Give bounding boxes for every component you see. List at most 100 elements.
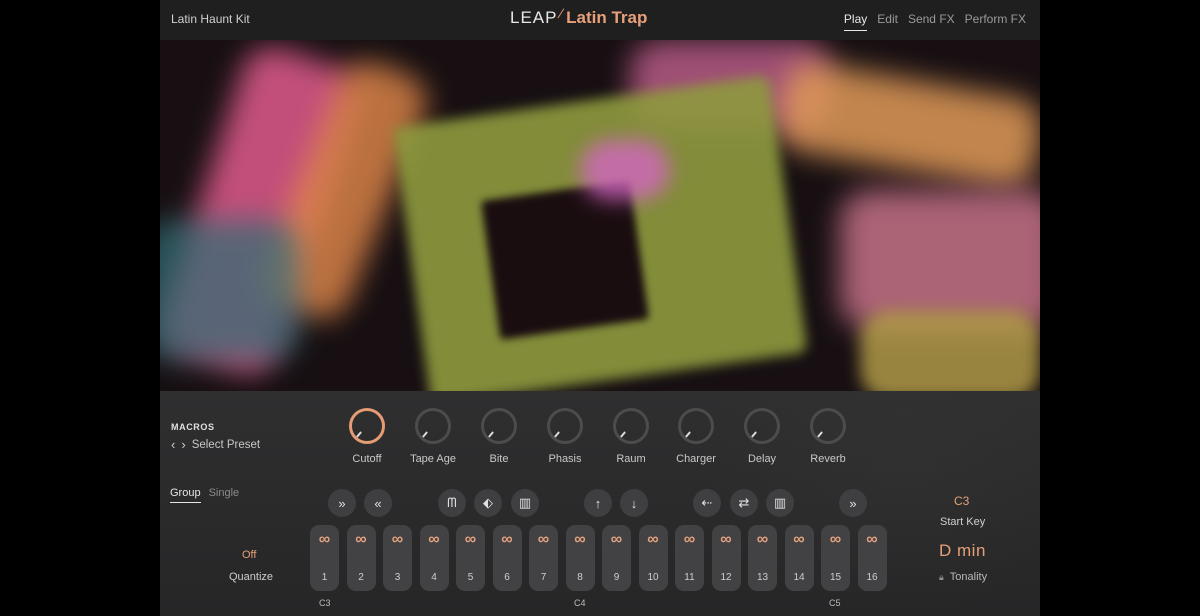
swap-icon[interactable]: ⇄ bbox=[730, 489, 758, 517]
loop-icon: ∞ bbox=[428, 531, 440, 548]
macro-knob-cutoff[interactable]: Cutoff bbox=[337, 408, 397, 465]
main-nav: Play Edit Send FX Perform FX bbox=[843, 12, 1026, 31]
pad-7[interactable]: ∞ 7 bbox=[529, 525, 558, 591]
pad-9[interactable]: ∞ 9 bbox=[602, 525, 631, 591]
tab-perform-fx[interactable]: Perform FX bbox=[965, 12, 1026, 31]
arrow-up-icon[interactable]: ↑ bbox=[584, 489, 612, 517]
pad-number: 7 bbox=[540, 572, 547, 583]
knob-dial[interactable] bbox=[613, 408, 649, 444]
bottom-control-panel: MACROS ‹ › Select Preset Cutoff Tape Age… bbox=[160, 391, 1040, 616]
tab-play[interactable]: Play bbox=[843, 12, 868, 31]
pad-1[interactable]: ∞ 1 bbox=[310, 525, 339, 591]
knob-dial[interactable] bbox=[349, 408, 385, 444]
pad-number: 6 bbox=[504, 572, 510, 583]
tab-edit[interactable]: Edit bbox=[877, 12, 898, 31]
pad-11[interactable]: ∞ 11 bbox=[675, 525, 704, 591]
macro-knob-bite[interactable]: Bite bbox=[469, 408, 529, 465]
knob-label: Cutoff bbox=[352, 453, 382, 465]
tab-single[interactable]: Single bbox=[209, 487, 240, 503]
pattern-icon[interactable]: ⬖ bbox=[474, 489, 502, 517]
pad-12[interactable]: ∞ 12 bbox=[711, 525, 741, 591]
arrow-down-icon[interactable]: ↓ bbox=[620, 489, 648, 517]
start-key-label: Start Key bbox=[940, 516, 986, 528]
knob-dial[interactable] bbox=[810, 408, 846, 444]
knob-label: Raum bbox=[616, 453, 646, 465]
leap-plugin-window: Latin Haunt Kit LEAP / Latin Trap Play E… bbox=[160, 0, 1040, 616]
quantize-value[interactable]: Off bbox=[242, 549, 256, 561]
pad-number: 15 bbox=[829, 572, 842, 583]
macro-knob-phasis[interactable]: Phasis bbox=[535, 408, 595, 465]
pad-number: 14 bbox=[793, 572, 805, 583]
fast-forward-icon[interactable]: » bbox=[328, 489, 356, 517]
knob-dial[interactable] bbox=[547, 408, 583, 444]
tab-group[interactable]: Group bbox=[170, 487, 201, 503]
pad-3[interactable]: ∞ 3 bbox=[383, 525, 412, 591]
pad-14[interactable]: ∞ 14 bbox=[784, 525, 814, 591]
loop-icon: ∞ bbox=[756, 531, 769, 548]
loop-icon: ∞ bbox=[464, 531, 477, 548]
fast-forward-icon[interactable]: » bbox=[839, 489, 867, 517]
pad-5[interactable]: ∞ 5 bbox=[456, 525, 485, 591]
tonality-row: 🔒︎ Tonality bbox=[939, 571, 987, 583]
pad-number: 8 bbox=[577, 572, 583, 583]
pad-13[interactable]: ∞ 13 bbox=[748, 525, 777, 591]
knob-label: Charger bbox=[676, 453, 716, 465]
pad-2[interactable]: ∞ 2 bbox=[346, 525, 376, 591]
knob-label: Delay bbox=[747, 453, 777, 465]
macro-knob-raum[interactable]: Raum bbox=[601, 408, 661, 465]
loop-icon: ∞ bbox=[683, 531, 696, 548]
logo-accent-mark: / bbox=[556, 6, 566, 21]
loop-icon: ∞ bbox=[829, 531, 842, 548]
loop-icon: ∞ bbox=[647, 531, 659, 548]
dots-arrow-icon[interactable]: ⇠ bbox=[693, 489, 721, 517]
pad-10[interactable]: ∞ 10 bbox=[638, 525, 668, 591]
chevron-left-icon[interactable]: ‹ bbox=[171, 437, 175, 452]
pad-number: 16 bbox=[866, 572, 878, 583]
pad-number: 5 bbox=[467, 572, 474, 583]
kit-artwork-image bbox=[160, 40, 1040, 391]
knob-dial[interactable] bbox=[481, 408, 517, 444]
loop-icon: ∞ bbox=[355, 531, 367, 548]
rewind-icon[interactable]: « bbox=[364, 489, 392, 517]
macros-title: MACROS bbox=[171, 422, 215, 432]
pad-6[interactable]: ∞ 6 bbox=[492, 525, 522, 591]
loop-icon: ∞ bbox=[866, 531, 878, 548]
mode-tabs: Group Single bbox=[170, 487, 239, 503]
tonality-value[interactable]: D min bbox=[939, 541, 986, 561]
loop-icon: ∞ bbox=[610, 531, 623, 548]
logo-leap: LEAP bbox=[510, 8, 558, 27]
pad-16[interactable]: ∞ 16 bbox=[857, 525, 887, 591]
loop-icon: ∞ bbox=[318, 531, 331, 548]
preset-selector[interactable]: ‹ › Select Preset bbox=[171, 437, 260, 452]
macro-knob-delay[interactable]: Delay bbox=[732, 408, 792, 465]
pad-15[interactable]: ∞ 15 bbox=[821, 525, 850, 591]
waveform-icon[interactable]: ᗰ bbox=[438, 489, 466, 517]
macro-knob-reverb[interactable]: Reverb bbox=[798, 408, 858, 465]
tonality-label: Tonality bbox=[949, 571, 988, 583]
product-logo: LEAP / Latin Trap bbox=[510, 6, 647, 30]
kit-name: Latin Haunt Kit bbox=[171, 12, 250, 26]
pad-number: 11 bbox=[684, 572, 695, 583]
lock-icon[interactable]: 🔒︎ bbox=[939, 572, 944, 583]
tab-send-fx[interactable]: Send FX bbox=[908, 12, 955, 31]
macro-knob-tape-age[interactable]: Tape Age bbox=[403, 408, 463, 465]
pad-number: 3 bbox=[394, 572, 401, 583]
knob-label: Reverb bbox=[810, 453, 846, 465]
pad-4[interactable]: ∞ 4 bbox=[419, 525, 449, 591]
start-key-value[interactable]: C3 bbox=[954, 494, 969, 508]
select-preset-label[interactable]: Select Preset bbox=[192, 439, 260, 451]
knob-dial[interactable] bbox=[678, 408, 714, 444]
loop-icon: ∞ bbox=[720, 531, 732, 548]
macro-knob-charger[interactable]: Charger bbox=[666, 408, 726, 465]
chevron-right-icon[interactable]: › bbox=[181, 437, 185, 452]
pad-8[interactable]: ∞ 8 bbox=[565, 525, 595, 591]
bars-icon[interactable]: ▥ bbox=[511, 489, 539, 517]
pad-number: 9 bbox=[613, 572, 620, 583]
knob-dial[interactable] bbox=[415, 408, 451, 444]
bars-icon[interactable]: ▥ bbox=[766, 489, 794, 517]
quantize-label: Quantize bbox=[229, 571, 274, 583]
pad-number: 1 bbox=[321, 572, 328, 583]
header-bar: Latin Haunt Kit LEAP / Latin Trap Play E… bbox=[160, 0, 1040, 40]
pad-number: 13 bbox=[756, 572, 769, 583]
knob-dial[interactable] bbox=[744, 408, 780, 444]
